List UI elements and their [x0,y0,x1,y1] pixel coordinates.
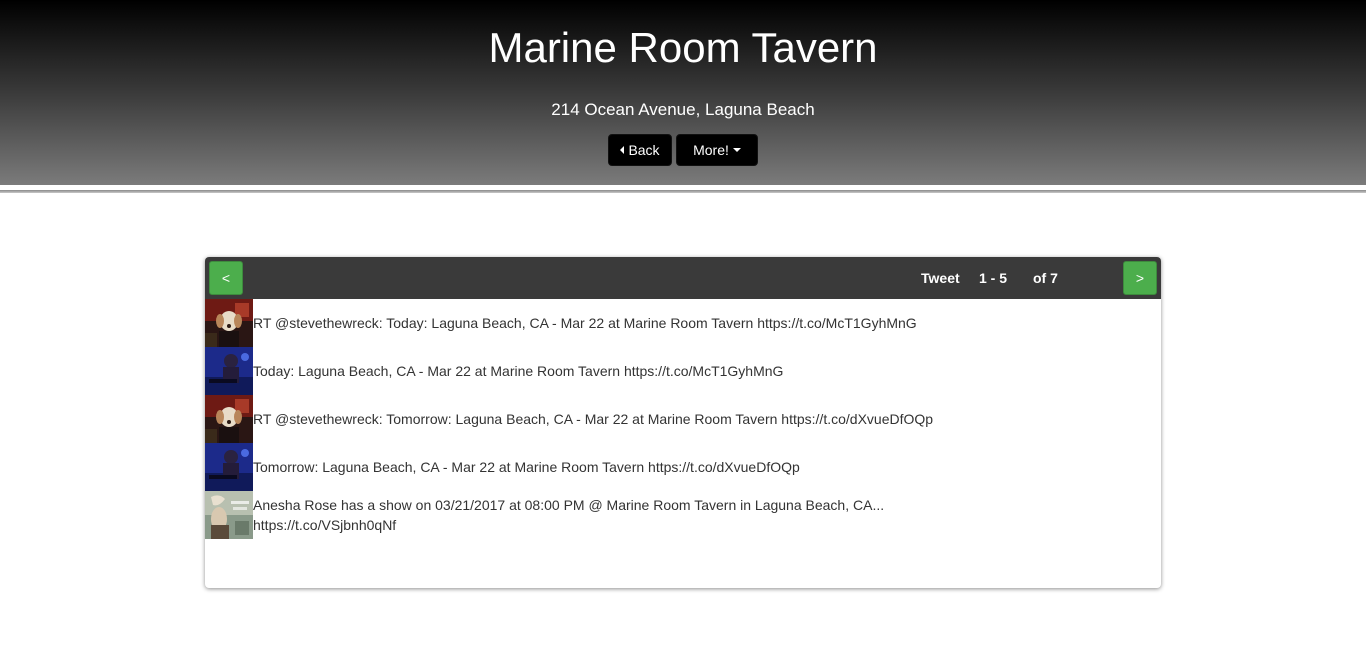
dog-avatar-icon [205,395,253,443]
tweet-item: Anesha Rose has a show on 03/21/2017 at … [205,491,1161,539]
caret-left-icon [620,146,625,154]
header-divider-shadow [0,190,1366,193]
musician-avatar-icon [205,443,253,491]
tweet-item: Today: Laguna Beach, CA - Mar 22 at Mari… [205,347,1161,395]
tweet-text: RT @stevethewreck: Today: Laguna Beach, … [253,315,917,331]
pager-range: 1 - 5 [979,270,1008,286]
dog-avatar-icon [205,299,253,347]
venue-address: 214 Ocean Avenue, Laguna Beach [551,100,815,119]
tweet-text: RT @stevethewreck: Tomorrow: Laguna Beac… [253,411,934,427]
header-button-group: Back More! [608,134,758,166]
tweet-list: RT @stevethewreck: Today: Laguna Beach, … [205,299,1161,539]
previous-page-button[interactable]: < [209,261,243,295]
tweet-item: Tomorrow: Laguna Beach, CA - Mar 22 at M… [205,443,1161,491]
next-page-button[interactable]: > [1123,261,1157,295]
tweet-text: Anesha Rose has a show on 03/21/2017 at … [253,497,885,533]
back-button[interactable]: Back [608,134,672,166]
tweet-item: RT @stevethewreck: Today: Laguna Beach, … [205,299,1161,347]
pager-label: Tweet [921,270,960,286]
pager-total: of 7 [1033,270,1058,286]
singer-avatar-icon [205,491,253,539]
musician-avatar-icon [205,347,253,395]
more-button-label: More! [693,142,729,158]
tweet-text: Tomorrow: Laguna Beach, CA - Mar 22 at M… [253,459,800,475]
tweet-text: Today: Laguna Beach, CA - Mar 22 at Mari… [253,363,784,379]
page-title: Marine Room Tavern [488,24,878,71]
tweet-panel: < Tweet 1 - 5 of 7 > RT @stevethewreck: … [205,257,1161,588]
tweet-pager-bar: < Tweet 1 - 5 of 7 > [205,257,1161,299]
tweet-item: RT @stevethewreck: Tomorrow: Laguna Beac… [205,395,1161,443]
back-button-label: Back [628,142,660,158]
venue-header: Marine Room Tavern 214 Ocean Avenue, Lag… [0,0,1366,185]
more-dropdown-button[interactable]: More! [676,134,758,166]
caret-down-icon [732,148,741,152]
